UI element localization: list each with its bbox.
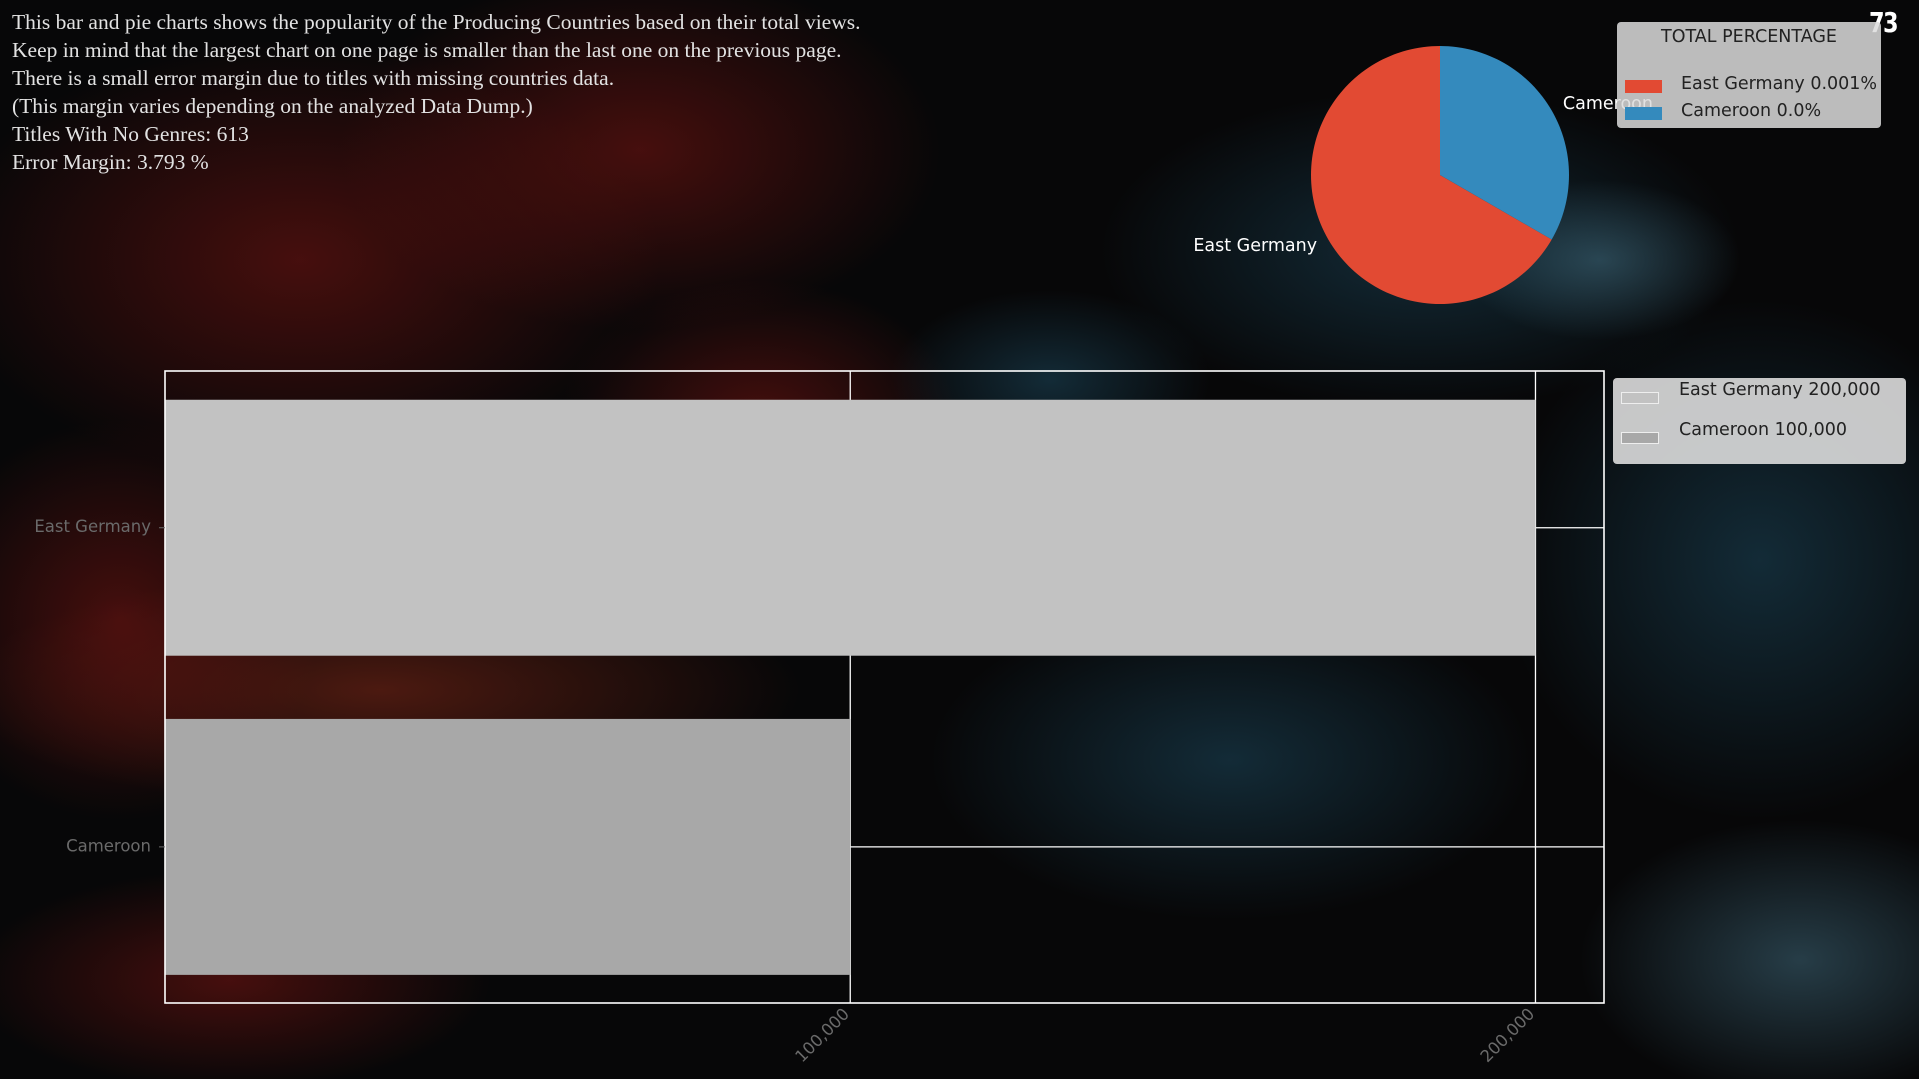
bar-legend-label-cameroon: Cameroon 100,000 xyxy=(1679,420,1848,440)
y-tick-label-cameroon: Cameroon xyxy=(66,836,151,855)
bar-chart: East Germany Cameroon 100,000 200,000 xyxy=(34,370,1605,1066)
bar-legend-swatch-east-germany xyxy=(1621,392,1659,404)
x-tick-label: 100,000 xyxy=(791,1004,853,1066)
bar-legend-swatch-cameroon xyxy=(1621,432,1659,444)
x-tick-label: 200,000 xyxy=(1477,1004,1539,1066)
bar-cameroon xyxy=(165,718,851,975)
y-tick-label-east-germany: East Germany xyxy=(34,517,151,536)
bar-east-germany xyxy=(165,399,1536,656)
bar-legend: East Germany 200,000 Cameroon 100,000 xyxy=(1613,378,1906,464)
bar-legend-label-east-germany: East Germany 200,000 xyxy=(1679,380,1881,400)
